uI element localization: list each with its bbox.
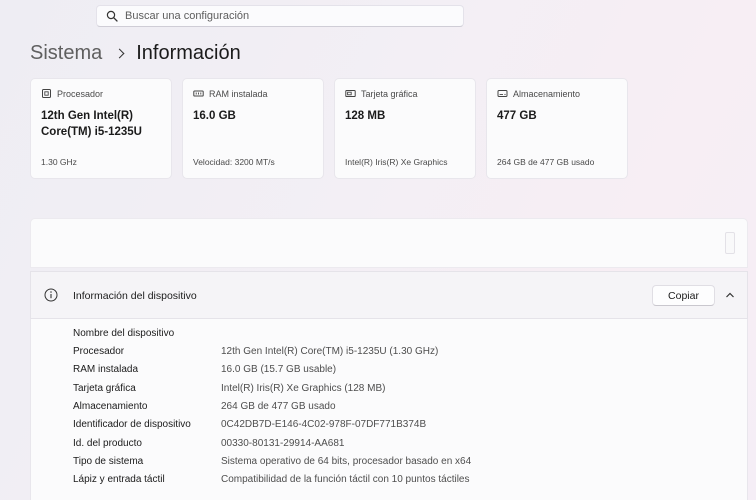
breadcrumb: Sistema Información — [30, 38, 241, 68]
card-storage: Almacenamiento 477 GB 264 GB de 477 GB u… — [486, 78, 628, 179]
card-title: Tarjeta gráfica — [361, 88, 418, 99]
card-subtitle: 1.30 GHz — [41, 157, 77, 167]
page-title: Información — [136, 41, 241, 64]
device-info-header[interactable]: Información del dispositivo Copiar — [30, 271, 748, 319]
card-title: Procesador — [57, 88, 104, 99]
card-value: 128 MB — [345, 110, 386, 122]
device-info-title: Información del dispositivo — [73, 290, 197, 302]
breadcrumb-parent-link[interactable]: Sistema — [30, 42, 102, 65]
card-subtitle: Velocidad: 3200 MT/s — [193, 157, 275, 167]
detail-value: 0C42DB7D-E146-4C02-978F-07DF771B374B — [221, 419, 427, 430]
detail-value: 16.0 GB (15.7 GB usable) — [221, 364, 337, 375]
detail-value: Intel(R) Iris(R) Xe Graphics (128 MB) — [221, 383, 386, 394]
detail-label: RAM instalada — [73, 364, 139, 375]
detail-value: 00330-80131-29914-AA681 — [221, 438, 345, 449]
card-subtitle: Intel(R) Iris(R) Xe Graphics — [345, 157, 448, 167]
chevron-right-icon — [114, 48, 125, 58]
detail-row-ram: RAM instalada 16.0 GB (15.7 GB usable) — [31, 363, 731, 377]
detail-label: Tipo de sistema — [73, 456, 144, 467]
detail-row-pen-touch: Lápiz y entrada táctil Compatibilidad de… — [31, 473, 731, 487]
detail-row-product-id: Id. del producto 00330-80131-29914-AA681 — [31, 437, 731, 451]
detail-label: Tarjeta gráfica — [73, 383, 136, 394]
detail-row-system-type: Tipo de sistema Sistema operativo de 64 … — [31, 455, 731, 469]
info-icon — [44, 288, 58, 302]
blank-panel — [30, 218, 748, 268]
card-subtitle: 264 GB de 477 GB usado — [497, 157, 595, 167]
detail-label: Procesador — [73, 346, 125, 357]
detail-label: Identificador de dispositivo — [73, 419, 191, 430]
card-value: 16.0 GB — [193, 110, 236, 122]
card-gpu: Tarjeta gráfica 128 MB Intel(R) Iris(R) … — [334, 78, 476, 179]
detail-row-storage: Almacenamiento 264 GB de 477 GB usado — [31, 400, 731, 414]
detail-label: Almacenamiento — [73, 401, 148, 412]
detail-value: Compatibilidad de la función táctil con … — [221, 474, 470, 485]
detail-row-gpu: Tarjeta gráfica Intel(R) Iris(R) Xe Grap… — [31, 382, 731, 396]
scrollbar-thumb[interactable] — [725, 232, 735, 254]
search-icon — [106, 10, 118, 22]
card-processor: Procesador 12th Gen Intel(R) Core(TM) i5… — [30, 78, 172, 179]
detail-label: Id. del producto — [73, 438, 142, 449]
card-title: RAM instalada — [209, 88, 268, 99]
ram-icon — [193, 90, 204, 97]
storage-icon — [497, 90, 508, 97]
search-box[interactable] — [96, 5, 464, 27]
device-details: Nombre del dispositivo Procesador 12th G… — [30, 319, 748, 500]
card-ram: RAM instalada 16.0 GB Velocidad: 3200 MT… — [182, 78, 324, 179]
detail-label: Lápiz y entrada táctil — [73, 474, 165, 485]
detail-label: Nombre del dispositivo — [73, 328, 175, 339]
detail-value: Sistema operativo de 64 bits, procesador… — [221, 456, 472, 467]
copy-button[interactable]: Copiar — [652, 285, 715, 306]
gpu-icon — [345, 90, 356, 97]
detail-value: 264 GB de 477 GB usado — [221, 401, 336, 412]
card-value: 477 GB — [497, 110, 537, 122]
card-value: 12th Gen Intel(R) Core(TM) i5-1235U — [41, 110, 142, 138]
detail-row-device-id: Identificador de dispositivo 0C42DB7D-E1… — [31, 418, 731, 432]
detail-row-device-name: Nombre del dispositivo — [31, 327, 731, 341]
chevron-up-icon[interactable] — [723, 288, 737, 302]
detail-value: 12th Gen Intel(R) Core(TM) i5-1235U (1.3… — [221, 346, 439, 357]
cpu-icon — [42, 89, 51, 98]
search-input[interactable] — [125, 7, 455, 25]
detail-row-processor: Procesador 12th Gen Intel(R) Core(TM) i5… — [31, 345, 731, 359]
card-title: Almacenamiento — [513, 88, 581, 99]
